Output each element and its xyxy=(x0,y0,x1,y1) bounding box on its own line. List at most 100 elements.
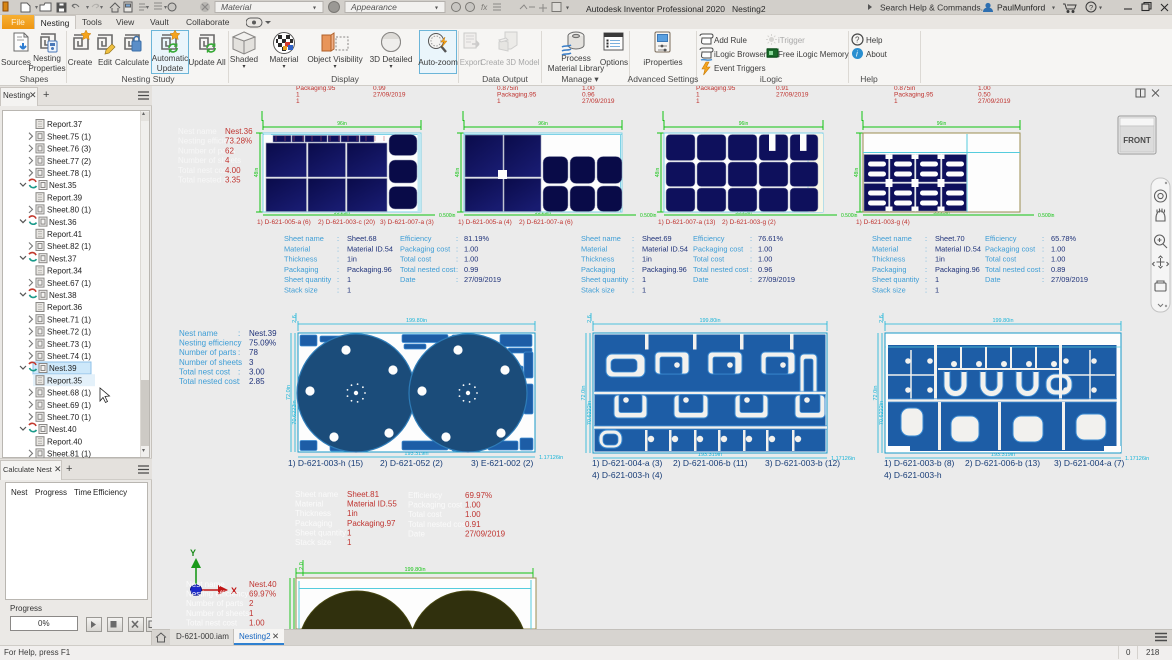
svg-text:Total nested cost: Total nested cost xyxy=(985,265,1040,274)
svg-text:Search Help & Commands...: Search Help & Commands... xyxy=(880,3,988,13)
svg-text::: : xyxy=(632,275,634,284)
svg-text:3.35: 3.35 xyxy=(225,176,241,185)
svg-text:4) D-621-003-h (4): 4) D-621-003-h (4) xyxy=(592,470,663,480)
svg-text:1) D-621-005-a (6): 1) D-621-005-a (6) xyxy=(257,219,311,226)
svg-text:Material: Material xyxy=(284,244,311,253)
svg-text:2.85: 2.85 xyxy=(249,377,265,386)
svg-text:▾: ▾ xyxy=(100,5,103,11)
svg-text:Stack size: Stack size xyxy=(284,286,318,295)
svg-text:1.00: 1.00 xyxy=(758,255,772,264)
svg-text:2.6: 2.6 xyxy=(879,315,885,323)
svg-text:Sheet.69 (1): Sheet.69 (1) xyxy=(47,401,91,410)
svg-text:Sheet name: Sheet name xyxy=(872,234,912,243)
svg-text:96in: 96in xyxy=(937,121,947,127)
svg-text:Material ID.54: Material ID.54 xyxy=(347,244,393,253)
svg-text:48in: 48in xyxy=(854,168,860,178)
svg-text:Packaging: Packaging xyxy=(295,519,332,528)
svg-text::: : xyxy=(750,244,752,253)
svg-text:72.0in: 72.0in xyxy=(581,386,587,401)
svg-text::: : xyxy=(750,275,752,284)
svg-text:Packaging.97: Packaging.97 xyxy=(347,519,396,528)
svg-text:Total cost: Total cost xyxy=(693,255,724,264)
svg-text:Total nest cost: Total nest cost xyxy=(178,166,230,175)
svg-text:Report.34: Report.34 xyxy=(47,267,83,276)
svg-text:Stack size: Stack size xyxy=(581,286,615,295)
svg-text:Packaging cost: Packaging cost xyxy=(693,244,743,253)
svg-text:▾: ▾ xyxy=(164,5,167,11)
svg-text:1: 1 xyxy=(642,286,646,295)
svg-text:2.0: 2.0 xyxy=(299,562,305,570)
svg-text:Material: Material xyxy=(581,244,608,253)
svg-text::: : xyxy=(925,244,927,253)
svg-text:Nest.39: Nest.39 xyxy=(49,364,77,373)
svg-text:2) D-621-006-b (11): 2) D-621-006-b (11) xyxy=(673,458,748,468)
svg-text:3.00: 3.00 xyxy=(249,367,265,376)
svg-text:65.78%: 65.78% xyxy=(1051,234,1076,243)
svg-text:1: 1 xyxy=(347,538,352,547)
svg-text:▾: ▾ xyxy=(86,5,89,11)
svg-text::: : xyxy=(750,234,752,243)
svg-text:Report.41: Report.41 xyxy=(47,230,83,239)
svg-text:Sheet.71 (1): Sheet.71 (1) xyxy=(47,315,91,324)
svg-text:Thickness: Thickness xyxy=(295,509,331,518)
svg-text:27/09/2019: 27/09/2019 xyxy=(758,275,795,284)
svg-text:Sheet quantity: Sheet quantity xyxy=(581,275,629,284)
svg-text:Number of sheets: Number of sheets xyxy=(179,358,242,367)
svg-text:0.500in: 0.500in xyxy=(439,213,456,219)
svg-text:Nest name: Nest name xyxy=(178,127,217,136)
svg-text:2: 2 xyxy=(249,599,254,608)
svg-text:1.00: 1.00 xyxy=(465,501,481,510)
svg-text:1) D-621-007-a (13): 1) D-621-007-a (13) xyxy=(658,219,715,226)
svg-text:62: 62 xyxy=(225,146,234,155)
svg-text:Sheet.70: Sheet.70 xyxy=(935,234,965,243)
svg-text:Nest.37: Nest.37 xyxy=(49,254,77,263)
svg-text::: : xyxy=(925,286,927,295)
svg-text:Number of parts: Number of parts xyxy=(179,348,236,357)
svg-text:Date: Date xyxy=(693,275,709,284)
svg-text:Efficiency: Efficiency xyxy=(400,234,432,243)
svg-text:iTrigger: iTrigger xyxy=(778,36,805,45)
svg-text:81.19%: 81.19% xyxy=(464,234,489,243)
svg-text:Total nested cost: Total nested cost xyxy=(400,265,455,274)
svg-text::: : xyxy=(632,255,634,264)
svg-text:Material: Material xyxy=(221,2,252,12)
svg-text:1.00: 1.00 xyxy=(465,510,481,519)
svg-text:Material: Material xyxy=(872,244,899,253)
svg-text:1: 1 xyxy=(347,275,351,284)
svg-text:Material ID.54: Material ID.54 xyxy=(935,244,981,253)
svg-text:Sheet.74 (1): Sheet.74 (1) xyxy=(47,352,91,361)
svg-text:72.0in: 72.0in xyxy=(286,385,292,400)
svg-text::: : xyxy=(632,244,634,253)
svg-text:Number of parts: Number of parts xyxy=(186,599,243,608)
svg-text:Total cost: Total cost xyxy=(985,255,1016,264)
svg-text:Nest.38: Nest.38 xyxy=(49,291,77,300)
svg-text::: : xyxy=(1042,244,1044,253)
svg-text:2) D-621-003-c (20): 2) D-621-003-c (20) xyxy=(318,219,375,226)
svg-text:Sheet.81 (1): Sheet.81 (1) xyxy=(47,450,91,458)
svg-text:Sheet.68: Sheet.68 xyxy=(347,234,377,243)
svg-text::: : xyxy=(337,255,339,264)
svg-text::: : xyxy=(337,286,339,295)
svg-text:PaulMunford: PaulMunford xyxy=(997,3,1045,13)
svg-text:Material ID.55: Material ID.55 xyxy=(347,500,397,509)
svg-text:70.6222in: 70.6222in xyxy=(879,401,885,425)
svg-text:Sheet quantity: Sheet quantity xyxy=(284,275,332,284)
svg-text:Total cost: Total cost xyxy=(400,255,431,264)
svg-text:1: 1 xyxy=(296,98,300,105)
svg-text:2) D-621-006-b (13): 2) D-621-006-b (13) xyxy=(965,458,1040,468)
svg-text:1.00: 1.00 xyxy=(249,618,265,627)
svg-text:Total nested cost: Total nested cost xyxy=(693,265,748,274)
svg-text:Thickness: Thickness xyxy=(872,255,906,264)
svg-text:1in: 1in xyxy=(642,255,652,264)
svg-text:Event Triggers: Event Triggers xyxy=(714,64,766,73)
svg-text:2) D-621-003-g (2): 2) D-621-003-g (2) xyxy=(722,219,776,226)
svg-text:Sheet.72 (1): Sheet.72 (1) xyxy=(47,328,91,337)
svg-text:3) D-621-004-a (7): 3) D-621-004-a (7) xyxy=(1054,458,1125,468)
svg-text:?: ? xyxy=(1089,3,1093,12)
svg-text:1: 1 xyxy=(935,286,939,295)
svg-text:Sheet name: Sheet name xyxy=(295,490,339,499)
svg-text:Total nest cost: Total nest cost xyxy=(179,367,231,376)
svg-text:Thickness: Thickness xyxy=(581,255,615,264)
svg-text:Sheet.67 (1): Sheet.67 (1) xyxy=(47,279,91,288)
svg-text:0.500in: 0.500in xyxy=(1038,213,1055,219)
